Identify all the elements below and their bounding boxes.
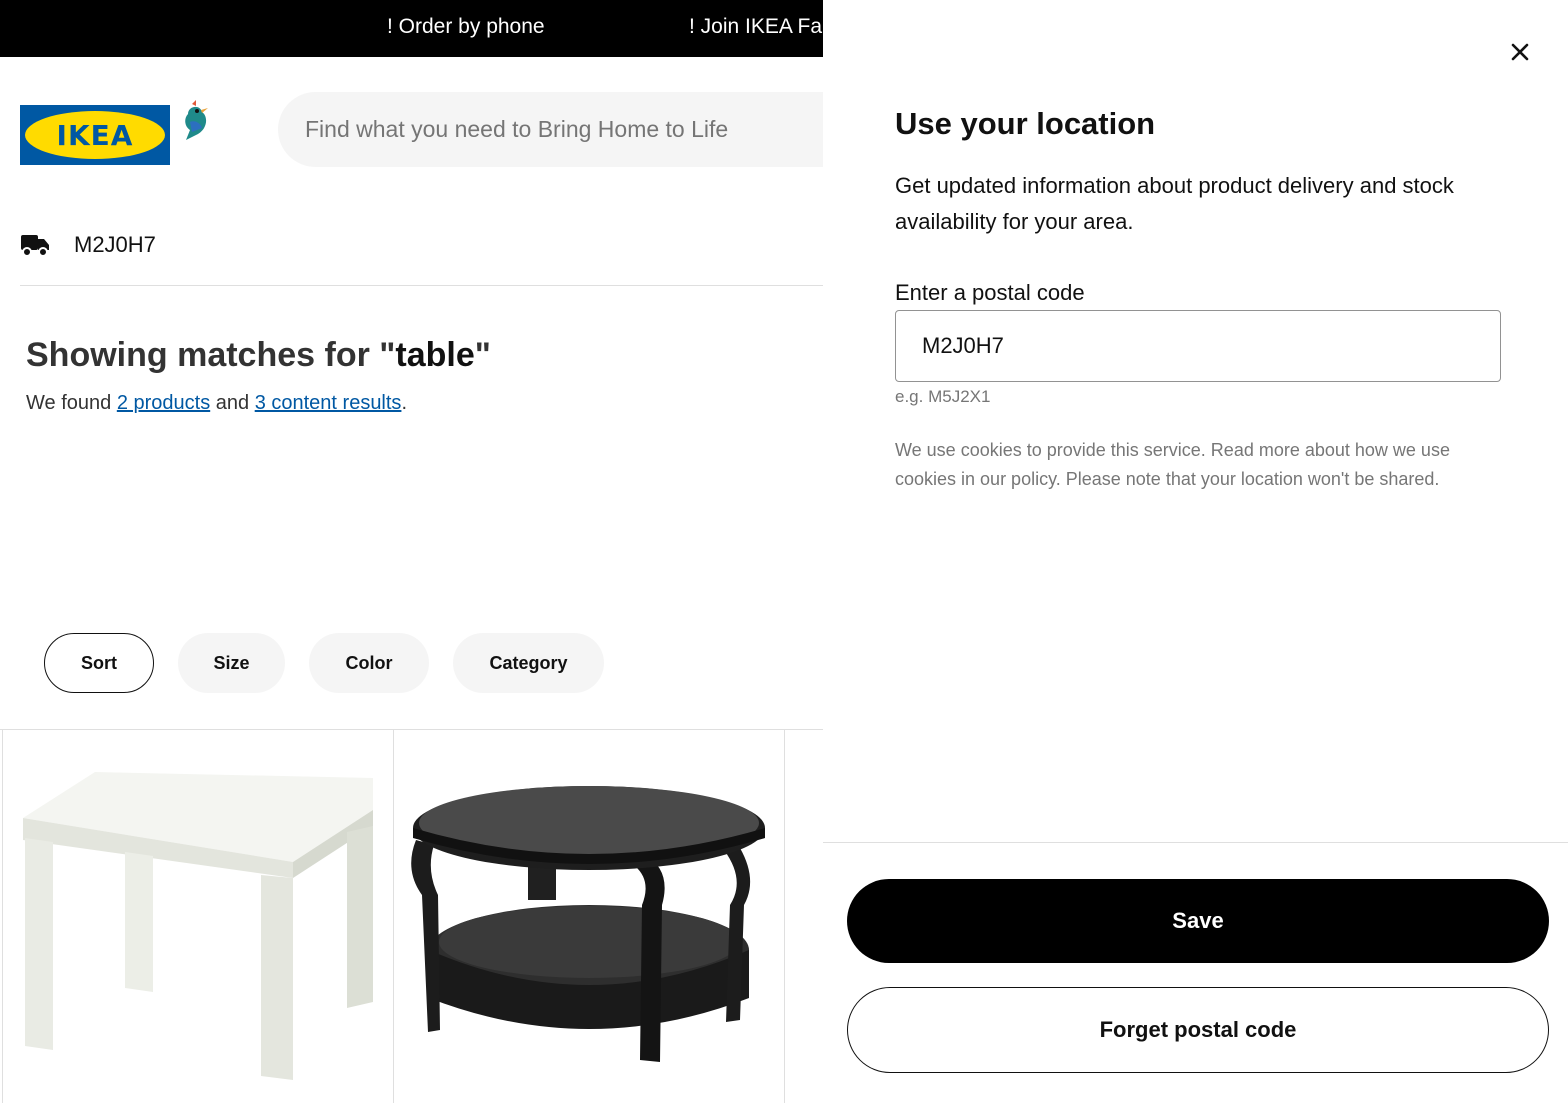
logo-oval: IKEA bbox=[25, 111, 165, 159]
promo-order-by-phone[interactable]: ! Order by phone bbox=[387, 15, 545, 39]
bird-icon bbox=[185, 100, 208, 140]
ikea-logo[interactable]: IKEA bbox=[20, 105, 170, 165]
filter-category-button[interactable]: Category bbox=[453, 633, 604, 693]
search-query: table bbox=[395, 336, 475, 374]
forget-postal-code-button[interactable]: Forget postal code bbox=[847, 987, 1549, 1073]
search-input[interactable] bbox=[305, 116, 823, 143]
cookie-note: We use cookies to provide this service. … bbox=[895, 440, 1450, 489]
postal-code-input[interactable] bbox=[895, 310, 1501, 382]
white-side-table-image bbox=[23, 772, 373, 1080]
postal-code-label: Enter a postal code bbox=[895, 280, 1085, 305]
logo-text: IKEA bbox=[56, 118, 134, 152]
location-panel: Use your location Get updated informatio… bbox=[823, 0, 1568, 1103]
black-coffee-table-image bbox=[411, 786, 765, 1062]
truck-icon bbox=[21, 235, 49, 257]
panel-description: Get updated information about product de… bbox=[895, 173, 1454, 234]
postal-code-hint: e.g. M5J2X1 bbox=[895, 387, 991, 406]
promo-bar: ! Order by phone ! Join IKEA Fam bbox=[0, 0, 823, 57]
product-card[interactable] bbox=[393, 730, 785, 1103]
panel-footer-divider bbox=[823, 842, 1568, 843]
close-icon bbox=[1511, 43, 1529, 61]
promo-join-family[interactable]: ! Join IKEA Fam bbox=[689, 15, 823, 39]
results-heading: Showing matches for "table" bbox=[26, 336, 491, 374]
filter-size-button[interactable]: Size bbox=[178, 633, 285, 693]
filter-color-button[interactable]: Color bbox=[309, 633, 429, 693]
save-button[interactable]: Save bbox=[847, 879, 1549, 963]
search-bar[interactable] bbox=[278, 92, 823, 167]
results-summary: We found 2 products and 3 content result… bbox=[26, 392, 407, 414]
delivery-postal-code[interactable]: M2J0H7 bbox=[74, 232, 156, 258]
filter-sort-button[interactable]: Sort bbox=[44, 633, 154, 693]
close-panel-button[interactable] bbox=[1504, 36, 1536, 68]
search-results-page: ! Order by phone ! Join IKEA Fam IKEA M2… bbox=[0, 0, 823, 1103]
header-divider bbox=[20, 285, 823, 286]
products-link[interactable]: 2 products bbox=[117, 392, 210, 414]
panel-title: Use your location bbox=[895, 106, 1156, 141]
content-results-link[interactable]: 3 content results bbox=[255, 392, 402, 414]
product-card[interactable] bbox=[2, 730, 393, 1103]
